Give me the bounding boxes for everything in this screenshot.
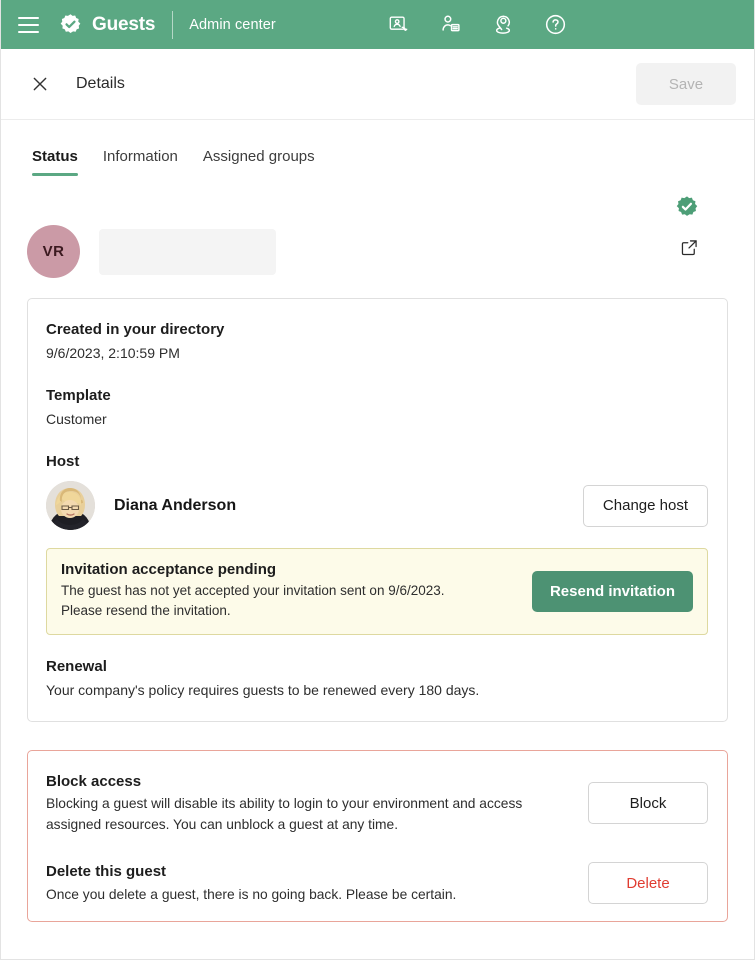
host-name: Diana Anderson (114, 496, 237, 514)
renewal-block: Renewal Your company's policy requires g… (46, 656, 708, 701)
host-photo-avatar-icon (46, 481, 95, 531)
open-external-icon[interactable] (680, 238, 700, 258)
save-button[interactable]: Save (636, 63, 736, 105)
template-title: Template (46, 386, 111, 404)
appbar-icon-group (385, 0, 569, 49)
host-block: Host Diana Anderson Change host (46, 451, 708, 531)
invitation-pending-banner: Invitation acceptance pending The guest … (46, 548, 708, 635)
template-block: Template Customer (46, 385, 708, 430)
block-access-row: Block access Blocking a guest will disab… (46, 771, 708, 836)
tab-bar: Status Information Assigned groups (1, 120, 754, 176)
invitation-pending-body: The guest has not yet accepted your invi… (61, 581, 465, 621)
delete-button[interactable]: Delete (588, 862, 708, 905)
appbar-divider (172, 10, 174, 39)
renewal-title: Renewal (46, 657, 107, 675)
tab-information[interactable]: Information (103, 148, 178, 176)
tab-assigned-groups[interactable]: Assigned groups (203, 148, 315, 176)
details-bar: Details Save (1, 49, 754, 120)
template-value: Customer (46, 410, 107, 427)
resend-invitation-button[interactable]: Resend invitation (531, 570, 693, 612)
block-access-title: Block access (46, 772, 142, 790)
status-card: Created in your directory 9/6/2023, 2:10… (27, 298, 728, 722)
page-title: Details (76, 75, 125, 92)
invitation-pending-body-line2: Please resend the invitation. (61, 603, 231, 619)
invitation-pending-body-line1: The guest has not yet accepted your invi… (61, 583, 445, 599)
delete-guest-body: Once you delete a guest, there is no goi… (46, 886, 457, 902)
host-row: Diana Anderson Change host (46, 481, 708, 531)
user-locate-icon[interactable] (489, 11, 517, 39)
avatar: VR (27, 225, 80, 278)
guest-name-field[interactable] (99, 228, 276, 275)
created-value: 9/6/2023, 2:10:59 PM (46, 344, 180, 361)
block-access-body: Blocking a guest will disable its abilit… (46, 796, 523, 833)
delete-guest-title: Delete this guest (46, 862, 167, 880)
help-icon[interactable] (541, 11, 569, 39)
top-app-bar: Guests Admin center (1, 0, 754, 49)
block-button[interactable]: Block (588, 782, 708, 825)
identity-row: VR (27, 176, 728, 278)
guest-card-icon[interactable] (385, 11, 413, 39)
user-list-icon[interactable] (437, 11, 465, 39)
invitation-pending-text: Invitation acceptance pending The guest … (61, 561, 532, 621)
brand-logo[interactable]: Guests (58, 12, 155, 37)
identity-zone: VR (1, 176, 754, 298)
change-host-button[interactable]: Change host (582, 484, 708, 527)
danger-zone-card: Block access Blocking a guest will disab… (27, 749, 728, 923)
created-block: Created in your directory 9/6/2023, 2:10… (46, 319, 708, 364)
created-title: Created in your directory (46, 321, 225, 338)
verified-check-badge-icon (674, 194, 700, 220)
guests-admin-details-page: Guests Admin center Details Save Status … (0, 0, 755, 960)
delete-guest-row: Delete this guest Once you delete a gues… (46, 861, 708, 905)
invitation-pending-title: Invitation acceptance pending (61, 561, 277, 579)
verified-badge-logo-icon (60, 14, 81, 34)
tab-status[interactable]: Status (32, 148, 78, 176)
close-icon[interactable] (27, 71, 53, 97)
host-title: Host (46, 452, 80, 470)
delete-guest-text: Delete this guest Once you delete a gues… (46, 861, 546, 905)
hamburger-icon[interactable] (11, 8, 45, 42)
brand-name: Guests (92, 13, 156, 35)
renewal-body: Your company's policy requires guests to… (46, 681, 480, 698)
block-access-text: Block access Blocking a guest will disab… (46, 771, 546, 836)
appbar-subtitle: Admin center (189, 16, 276, 33)
